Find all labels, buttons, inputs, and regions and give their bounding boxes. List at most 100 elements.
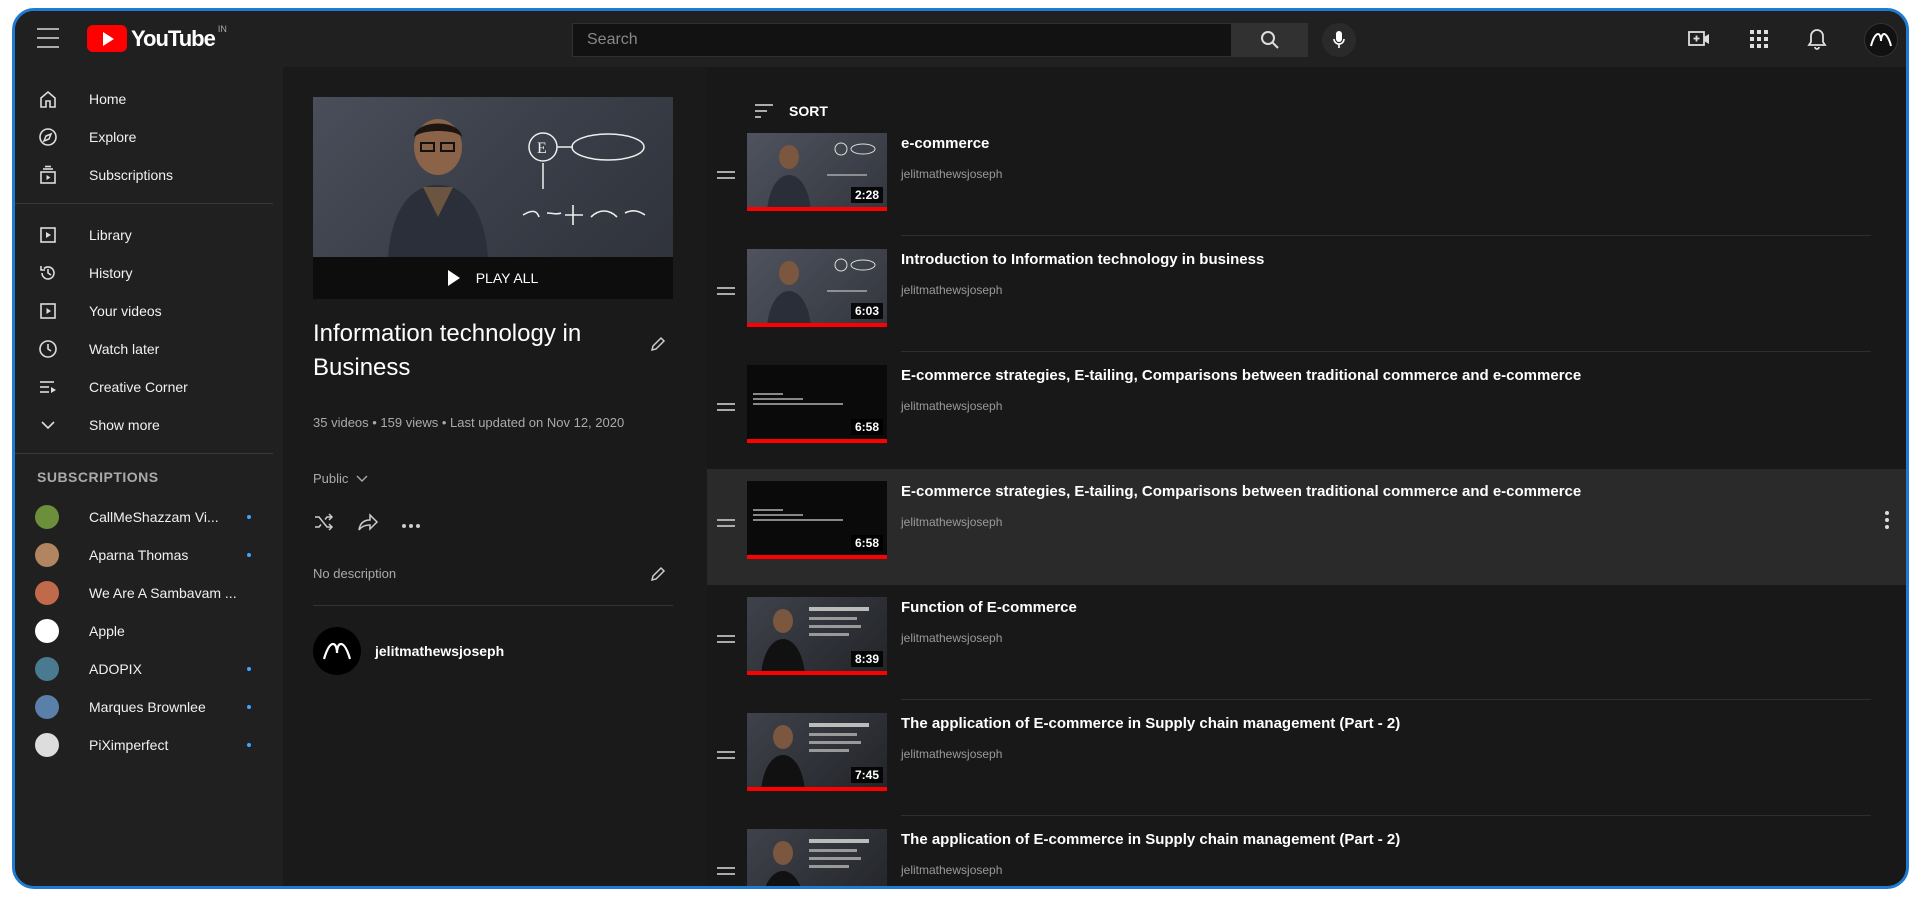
drag-handle-icon[interactable]	[717, 403, 735, 411]
sidebar-item-library[interactable]: Library	[15, 215, 283, 255]
video-title[interactable]: Introduction to Information technology i…	[901, 251, 1264, 268]
watch-progress-bar	[747, 555, 887, 559]
presenter-image	[388, 119, 488, 257]
video-title[interactable]: E-commerce strategies, E-tailing, Compar…	[901, 483, 1581, 500]
playlist-title: Information technology in Business	[313, 320, 582, 381]
video-title[interactable]: The application of E-commerce in Supply …	[901, 715, 1400, 732]
youtube-play-icon	[87, 25, 127, 52]
shuffle-icon[interactable]	[313, 513, 335, 536]
subscription-item[interactable]: We Are A Sambavam ...	[15, 573, 283, 613]
video-thumbnail[interactable]: 7:45	[747, 713, 887, 791]
video-row[interactable]: 6:58 E-commerce strategies, E-tailing, Co…	[707, 469, 1906, 585]
video-channel[interactable]: jelitmathewsjoseph	[901, 747, 1002, 761]
play-all-button[interactable]: PLAY ALL	[313, 257, 673, 299]
video-row[interactable]: The application of E-commerce in Supply …	[707, 817, 1897, 886]
video-more-icon[interactable]	[1885, 511, 1889, 529]
sidebar-item-history[interactable]: History	[15, 253, 283, 293]
owner-name[interactable]: jelitmathewsjoseph	[375, 643, 504, 659]
video-thumbnail[interactable]: 6:58	[747, 365, 887, 443]
voice-search-button[interactable]	[1322, 23, 1356, 57]
subscription-label: Aparna Thomas	[89, 547, 189, 563]
video-row[interactable]: 6:03 Introduction to Information technolo…	[707, 237, 1897, 353]
video-title[interactable]: The application of E-commerce in Supply …	[901, 831, 1400, 848]
video-channel[interactable]: jelitmathewsjoseph	[901, 515, 1002, 529]
owner-avatar[interactable]	[313, 627, 361, 675]
video-title[interactable]: e-commerce	[901, 135, 989, 152]
chevron-down-icon	[356, 475, 368, 482]
your-videos-icon	[37, 300, 59, 322]
more-options-icon[interactable]	[401, 516, 421, 534]
sidebar-item-show-more[interactable]: Show more	[15, 405, 283, 445]
subscription-label: CallMeShazzam Vi...	[89, 509, 219, 525]
drag-handle-icon[interactable]	[717, 519, 735, 527]
mic-icon	[1333, 31, 1345, 48]
privacy-dropdown[interactable]: Public	[313, 471, 368, 486]
video-row[interactable]: 7:45 The application of E-commerce in Sup…	[707, 701, 1897, 817]
drag-handle-icon[interactable]	[717, 635, 735, 643]
video-channel[interactable]: jelitmathewsjoseph	[901, 167, 1002, 181]
video-thumbnail[interactable]: 6:03	[747, 249, 887, 327]
play-all-label: PLAY ALL	[475, 270, 539, 286]
sidebar-divider	[15, 203, 273, 204]
drag-handle-icon[interactable]	[717, 171, 735, 179]
menu-icon[interactable]	[37, 28, 59, 48]
sort-icon	[755, 104, 773, 118]
row-separator	[901, 351, 1871, 352]
video-thumbnail[interactable]: 8:39	[747, 597, 887, 675]
video-thumbnail[interactable]	[747, 829, 887, 886]
video-title[interactable]: Function of E-commerce	[901, 599, 1077, 616]
sidebar-item-your-videos[interactable]: Your videos	[15, 291, 283, 331]
sidebar-item-label: Subscriptions	[89, 167, 174, 183]
search-input[interactable]: Search	[572, 23, 1232, 57]
watch-progress-bar	[747, 671, 887, 675]
channel-avatar	[35, 657, 59, 681]
sidebar-item-label: Creative Corner	[89, 379, 188, 395]
edit-title-icon[interactable]	[649, 335, 667, 358]
video-row[interactable]: 2:28 e-commerce jelitmathewsjoseph	[707, 121, 1897, 237]
create-video-icon[interactable]	[1687, 27, 1711, 51]
sidebar-item-explore[interactable]: Explore	[15, 117, 283, 157]
subscription-item[interactable]: Apple	[15, 611, 283, 651]
video-thumbnail[interactable]: 6:58	[747, 481, 887, 559]
video-thumbnail[interactable]: 2:28	[747, 133, 887, 211]
sidebar-item-watch-later[interactable]: Watch later	[15, 329, 283, 369]
subscription-item[interactable]: PiXimperfect	[15, 725, 283, 765]
sidebar-item-home[interactable]: Home	[15, 79, 283, 119]
clock-icon	[37, 338, 59, 360]
subscription-label: ADOPIX	[89, 661, 142, 677]
sort-button[interactable]: SORT	[755, 103, 828, 119]
edit-description-icon[interactable]	[649, 565, 667, 588]
play-icon	[447, 270, 460, 286]
video-channel[interactable]: jelitmathewsjoseph	[901, 283, 1002, 297]
share-icon[interactable]	[357, 513, 379, 536]
sidebar-item-label: Explore	[89, 129, 137, 145]
subscription-item[interactable]: CallMeShazzam Vi...	[15, 497, 283, 537]
search-button[interactable]	[1232, 23, 1308, 57]
search-icon	[1261, 31, 1279, 49]
account-avatar[interactable]	[1864, 23, 1898, 57]
subscription-label: PiXimperfect	[89, 737, 169, 753]
youtube-logo[interactable]: YouTube IN	[87, 24, 227, 52]
watch-progress-bar	[747, 787, 887, 791]
subscription-item[interactable]: Aparna Thomas	[15, 535, 283, 575]
drag-handle-icon[interactable]	[717, 867, 735, 875]
watch-progress-bar	[747, 439, 887, 443]
apps-icon[interactable]	[1747, 27, 1771, 51]
video-title[interactable]: E-commerce strategies, E-tailing, Compar…	[901, 367, 1581, 384]
subscription-item[interactable]: Marques Brownlee	[15, 687, 283, 727]
video-row[interactable]: 8:39 Function of E-commerce jelitmathewsjo…	[707, 585, 1897, 701]
video-channel[interactable]: jelitmathewsjoseph	[901, 399, 1002, 413]
sidebar-item-subscriptions[interactable]: Subscriptions	[15, 155, 283, 195]
new-content-dot	[247, 743, 251, 747]
video-row[interactable]: 6:58 E-commerce strategies, E-tailing, Co…	[707, 353, 1897, 469]
subscription-item[interactable]: ADOPIX	[15, 649, 283, 689]
drag-handle-icon[interactable]	[717, 287, 735, 295]
bell-icon[interactable]	[1805, 27, 1829, 51]
new-content-dot	[247, 515, 251, 519]
sort-label: SORT	[789, 103, 828, 119]
watch-progress-bar	[747, 323, 887, 327]
sidebar-item-creative-corner[interactable]: Creative Corner	[15, 367, 283, 407]
video-channel[interactable]: jelitmathewsjoseph	[901, 631, 1002, 645]
video-channel[interactable]: jelitmathewsjoseph	[901, 863, 1002, 877]
drag-handle-icon[interactable]	[717, 751, 735, 759]
